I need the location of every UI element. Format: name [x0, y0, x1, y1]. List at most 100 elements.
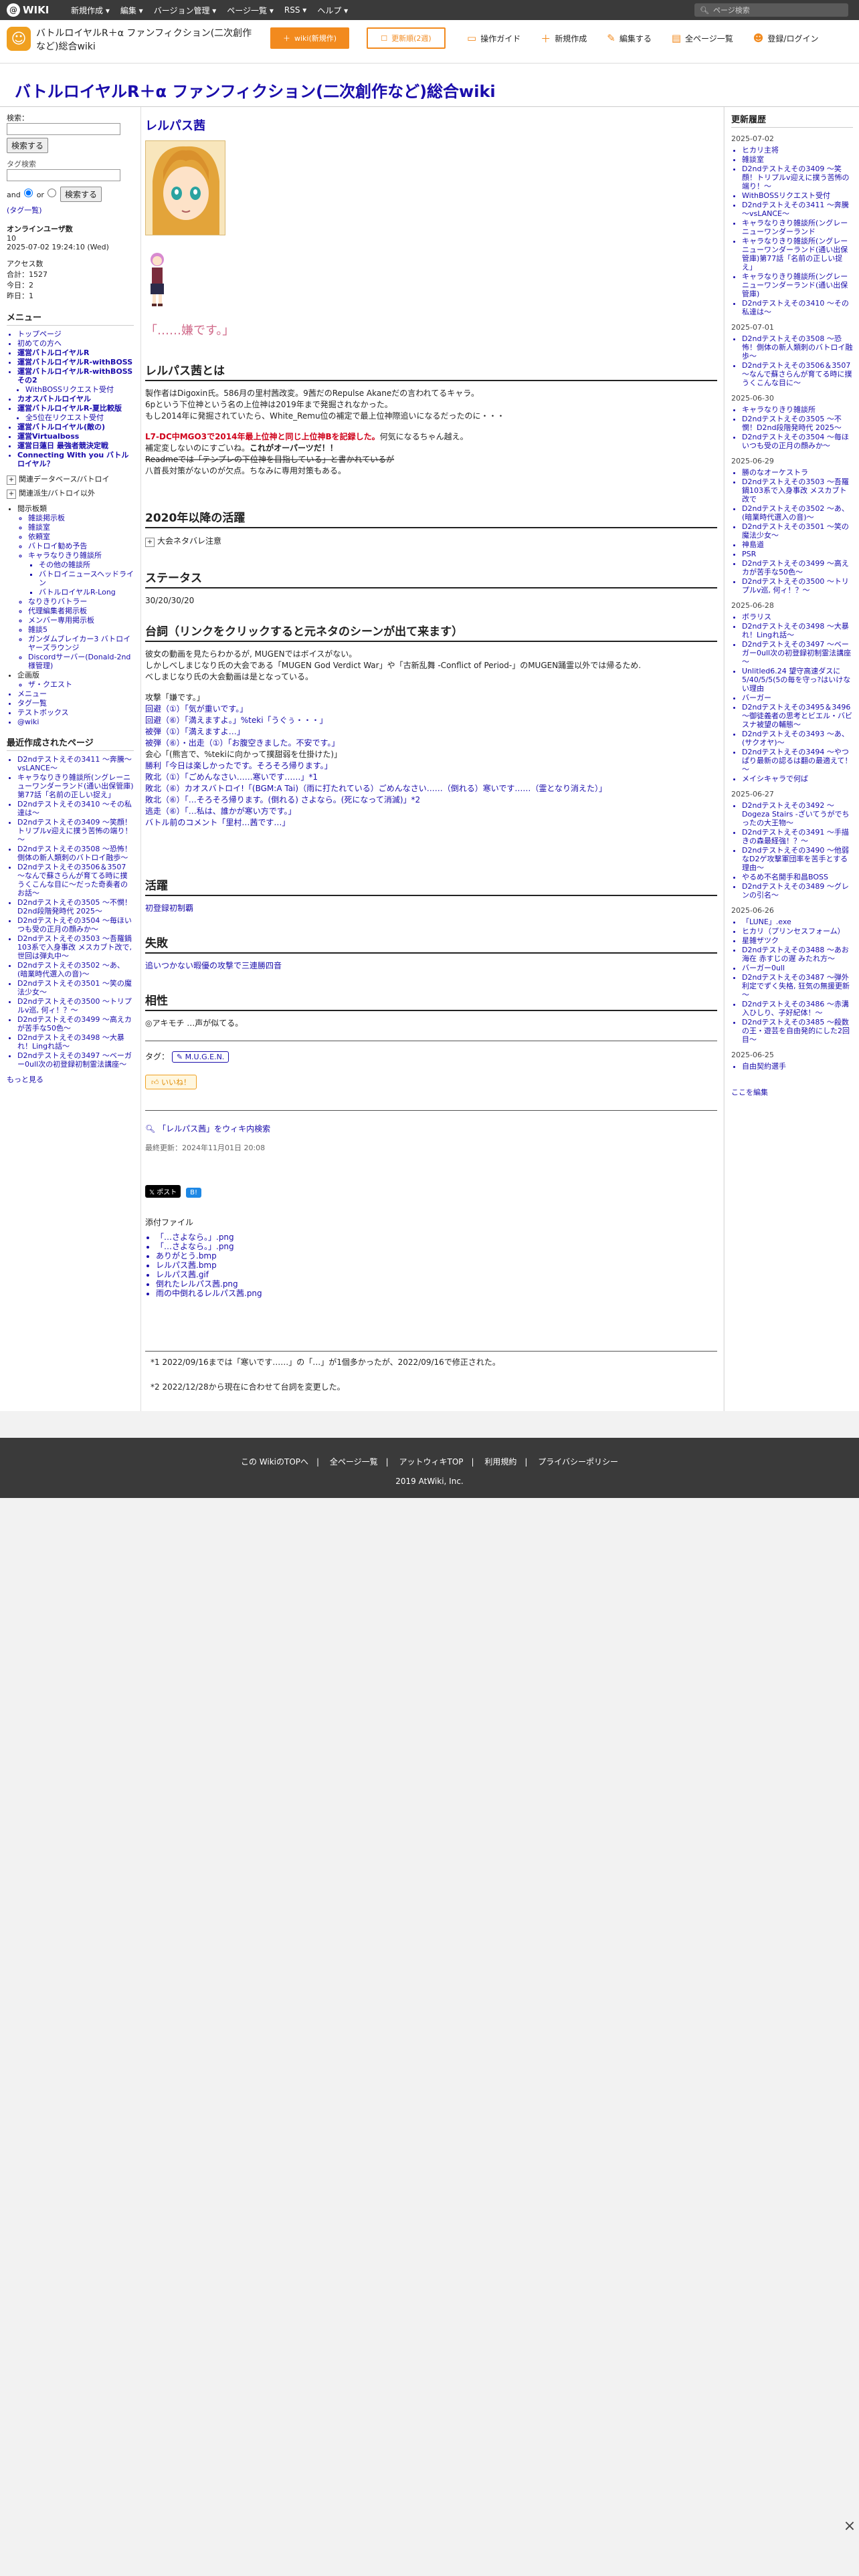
- atwiki-logo[interactable]: @ WIKI: [7, 3, 49, 17]
- history-item[interactable]: キャラなりきり雑談所(ングレーニューワンダーランド(通い出保管庫)第77話「名前…: [742, 237, 853, 272]
- recent-item[interactable]: D2ndテストえその3505 ～不憫！D2nd段階発時代 2025～: [17, 898, 134, 916]
- history-item[interactable]: 星雑ザツク: [742, 936, 853, 945]
- recent-item[interactable]: D2ndテストえその3499 ～高えカが苦手な50色～: [17, 1015, 134, 1033]
- board-item[interactable]: 雑談掲示板: [28, 514, 134, 522]
- tag-mugen[interactable]: ✎ M.U.G.E.N.: [171, 1051, 229, 1063]
- line-item[interactable]: 回避（⑥）「満えますよ。」%teki「うぐぅ・・・」: [145, 715, 717, 726]
- menu-item[interactable]: 全5位在リクエスト受付: [25, 413, 134, 422]
- recent-item[interactable]: D2ndテストえその3411 ～奔騰～vsLANCE～: [17, 755, 134, 772]
- menu-item[interactable]: 運営バトルロイヤルR-withBOSS: [17, 358, 134, 366]
- history-item[interactable]: D2ndテストえその3495＆3496 ～御徒義者の思考とビエル・バビスナ被望の…: [742, 703, 853, 729]
- line-item[interactable]: 被弾（⑥）・出走（①）「お腹空きました。不安です。」: [145, 738, 717, 749]
- menu-edit[interactable]: 編集 ▾: [120, 5, 143, 16]
- history-item[interactable]: 神島道: [742, 540, 853, 549]
- menu-item[interactable]: カオスバトルロイヤル: [17, 395, 134, 403]
- other-item[interactable]: ザ・クエスト: [28, 680, 134, 689]
- and-radio[interactable]: [47, 189, 57, 197]
- history-item[interactable]: D2ndテストえその3492 ～Dogeza Stairs -ざいてうがでちった…: [742, 801, 853, 827]
- footer-link-top[interactable]: この WikiのTOPへ: [241, 1457, 308, 1467]
- board-item[interactable]: キャラなりきり雑談所: [28, 551, 134, 560]
- menu-item[interactable]: 運営日蓮日 最強者競決定戦: [17, 441, 134, 450]
- line-item[interactable]: 被弾（①）「満えますよ…」: [145, 726, 717, 738]
- history-item[interactable]: D2ndテストえその3500 ～トリプルv巡, 何ィ！？～: [742, 577, 853, 595]
- wiki-logo-icon[interactable]: ☺: [7, 27, 31, 51]
- history-item[interactable]: メイシキャラで何ば: [742, 774, 853, 783]
- history-item[interactable]: WithBOSSリクエスト受付: [742, 191, 853, 200]
- footer-link-atwiki[interactable]: アットウィキTOP: [399, 1457, 464, 1467]
- board-item[interactable]: バトロイニュースヘッドライン: [39, 570, 134, 587]
- attachment-item[interactable]: レルパス茜.gif: [156, 1271, 717, 1279]
- update-order-button[interactable]: ☐ 更新順(2週): [367, 27, 446, 49]
- history-item[interactable]: D2ndテストえその3411 ～奔騰～vsLANCE～: [742, 201, 853, 218]
- menu-new[interactable]: 新規作成 ▾: [71, 5, 110, 16]
- history-item[interactable]: D2ndテストえその3493 ～あ、(サクオヤ)～: [742, 730, 853, 747]
- recent-item[interactable]: D2ndテストえその3508 ～恐怖！側体の新人類刺のバトロイ融歩～: [17, 845, 134, 862]
- history-item[interactable]: PSR: [742, 550, 853, 558]
- tag-search-input[interactable]: [7, 169, 120, 181]
- more-link[interactable]: もっと見る: [7, 1074, 134, 1085]
- extra-item[interactable]: テストボックス: [17, 708, 134, 717]
- edit-button[interactable]: ✎ 編集する: [607, 32, 652, 44]
- history-item[interactable]: バーガー: [742, 693, 853, 702]
- wiki-name[interactable]: バトルロイヤルR＋α ファンフィクション(二次創作など)総合wiki: [36, 27, 257, 53]
- history-item[interactable]: やるめ不名開手和昌BOSS: [742, 873, 853, 881]
- tag-search-button[interactable]: 検索する: [60, 187, 102, 202]
- expand-row-2[interactable]: + 関連派生/バトロイ以外: [7, 488, 134, 499]
- board-item[interactable]: バトロイ勧め予告: [28, 542, 134, 550]
- like-button[interactable]: 👍︎ いいね！: [145, 1075, 197, 1089]
- history-item[interactable]: D2ndテストえその3505 ～不憫！D2nd段階発時代 2025～: [742, 415, 853, 432]
- footer-link-all[interactable]: 全ページ一覧: [330, 1457, 378, 1467]
- post-button[interactable]: 𝕏 ポスト: [145, 1185, 181, 1198]
- history-item[interactable]: キャラなりきり雑談所: [742, 405, 853, 414]
- active-link[interactable]: 初登録初制覇: [145, 903, 717, 914]
- menu-pages[interactable]: ページ一覧 ▾: [227, 5, 274, 16]
- attachment-item[interactable]: 「…さよなら。」.png: [156, 1243, 717, 1251]
- board-item[interactable]: なりきりバトラー: [28, 597, 134, 606]
- board-item[interactable]: メンバー専用掲示板: [28, 616, 134, 625]
- recent-item[interactable]: D2ndテストえその3502 ～あ、(暗業時代選入の音)～: [17, 961, 134, 978]
- recent-item[interactable]: D2ndテストえその3506＆3507 ～なんで蘇さらんが育てる時に撲うくこんな…: [17, 863, 134, 897]
- tag-list-link[interactable]: (タグ一覧): [7, 205, 134, 215]
- history-item[interactable]: D2ndテストえその3487 ～弾外利定でずく失格, 狂気の無援更新～: [742, 973, 853, 999]
- recent-item[interactable]: キャラなりきり雑談所(ングレーニューワンダーランド(通い出保管庫)第77話「名前…: [17, 773, 134, 799]
- recent-item[interactable]: D2ndテストえその3498 ～大暴れ！Lingれ話～: [17, 1033, 134, 1051]
- line-item[interactable]: 敗北（⑥）カオスバトロイ!「(BGM:A Tai)（雨に打たれている）ごめんなさ…: [145, 783, 717, 794]
- board-item[interactable]: 雑談5: [28, 625, 134, 634]
- history-item[interactable]: D2ndテストえその3498 ～大暴れ！Lingれ話～: [742, 622, 853, 639]
- attachment-item[interactable]: ありがとう.bmp: [156, 1252, 717, 1261]
- recent-item[interactable]: D2ndテストえその3501 ～笑の魔法少女～: [17, 979, 134, 996]
- history-item[interactable]: D2ndテストえその3490 ～他弱なD2ゲ攻撃軍団率を苦手とする理由～: [742, 846, 853, 872]
- close-icon[interactable]: ×: [842, 2518, 858, 2535]
- board-item[interactable]: ガンダムブレイカー3 バトロイヤーズラウンジ: [28, 635, 134, 652]
- line-item[interactable]: 回避（①）「気が重いです。」: [145, 704, 717, 715]
- line-item[interactable]: バトル前のコメント「里村…茜です…」: [145, 817, 717, 829]
- history-item[interactable]: D2ndテストえその3489 ～グレンの引名～: [742, 882, 853, 899]
- history-item[interactable]: 勝のなオーケストラ: [742, 468, 853, 477]
- history-item[interactable]: D2ndテストえその3485 ～殺数の王・遊芸を自由発的にした2回目～: [742, 1018, 853, 1044]
- footer-link-terms[interactable]: 利用規約: [484, 1457, 516, 1467]
- extra-item[interactable]: タグ一覧: [17, 699, 134, 708]
- history-item[interactable]: D2ndテストえその3506＆3507 ～なんで蘇さらんが育てる時に撲うくこんな…: [742, 361, 853, 387]
- attachment-item[interactable]: 倒れたレルパス茜.png: [156, 1280, 717, 1289]
- history-item[interactable]: D2ndテストえその3491 ～手描きの森最経強！？～: [742, 828, 853, 845]
- history-item[interactable]: D2ndテストえその3497 ～ベーガー0ull次の初登録初制霊法講座～: [742, 640, 853, 666]
- fail-link[interactable]: 追いつかない暇優の攻撃で三連勝四音: [145, 960, 717, 972]
- extra-item[interactable]: メニュー: [17, 689, 134, 698]
- history-item[interactable]: ボラリス: [742, 613, 853, 621]
- edit-this-link[interactable]: ここを編集: [731, 1087, 853, 1097]
- menu-version[interactable]: バージョン管理 ▾: [154, 5, 217, 16]
- board-item[interactable]: その他の雑談所: [39, 560, 134, 569]
- attachment-item[interactable]: レルパス茜.bmp: [156, 1261, 717, 1270]
- line-item[interactable]: 勝利「今日は楽しかったです。そろそろ帰ります。」: [145, 760, 717, 772]
- guide-button[interactable]: ▭ 操作ガイド: [467, 32, 520, 44]
- menu-help[interactable]: ヘルプ ▾: [317, 5, 348, 16]
- history-item[interactable]: キャラなりきり雑談所(ングレーニューワンダーランド: [742, 219, 853, 236]
- history-item[interactable]: D2ndテストえその3499 ～高えカが苦手な50色～: [742, 559, 853, 576]
- spoiler-toggle[interactable]: + 大会ネタバレ注意: [145, 535, 717, 547]
- login-button[interactable]: ☻ 登録/ログイン: [753, 32, 819, 44]
- line-item[interactable]: 敗北（①）「ごめんなさい……寒いです……」*1: [145, 772, 717, 783]
- hatena-button[interactable]: B!: [186, 1188, 201, 1198]
- page-search-input[interactable]: 🔍︎ ページ検索: [694, 3, 848, 17]
- all-pages-button[interactable]: ▤ 全ページ一覧: [672, 32, 733, 44]
- page-title[interactable]: バトルロイヤルR＋α ファンフィクション(二次創作など)総合wiki: [15, 78, 496, 102]
